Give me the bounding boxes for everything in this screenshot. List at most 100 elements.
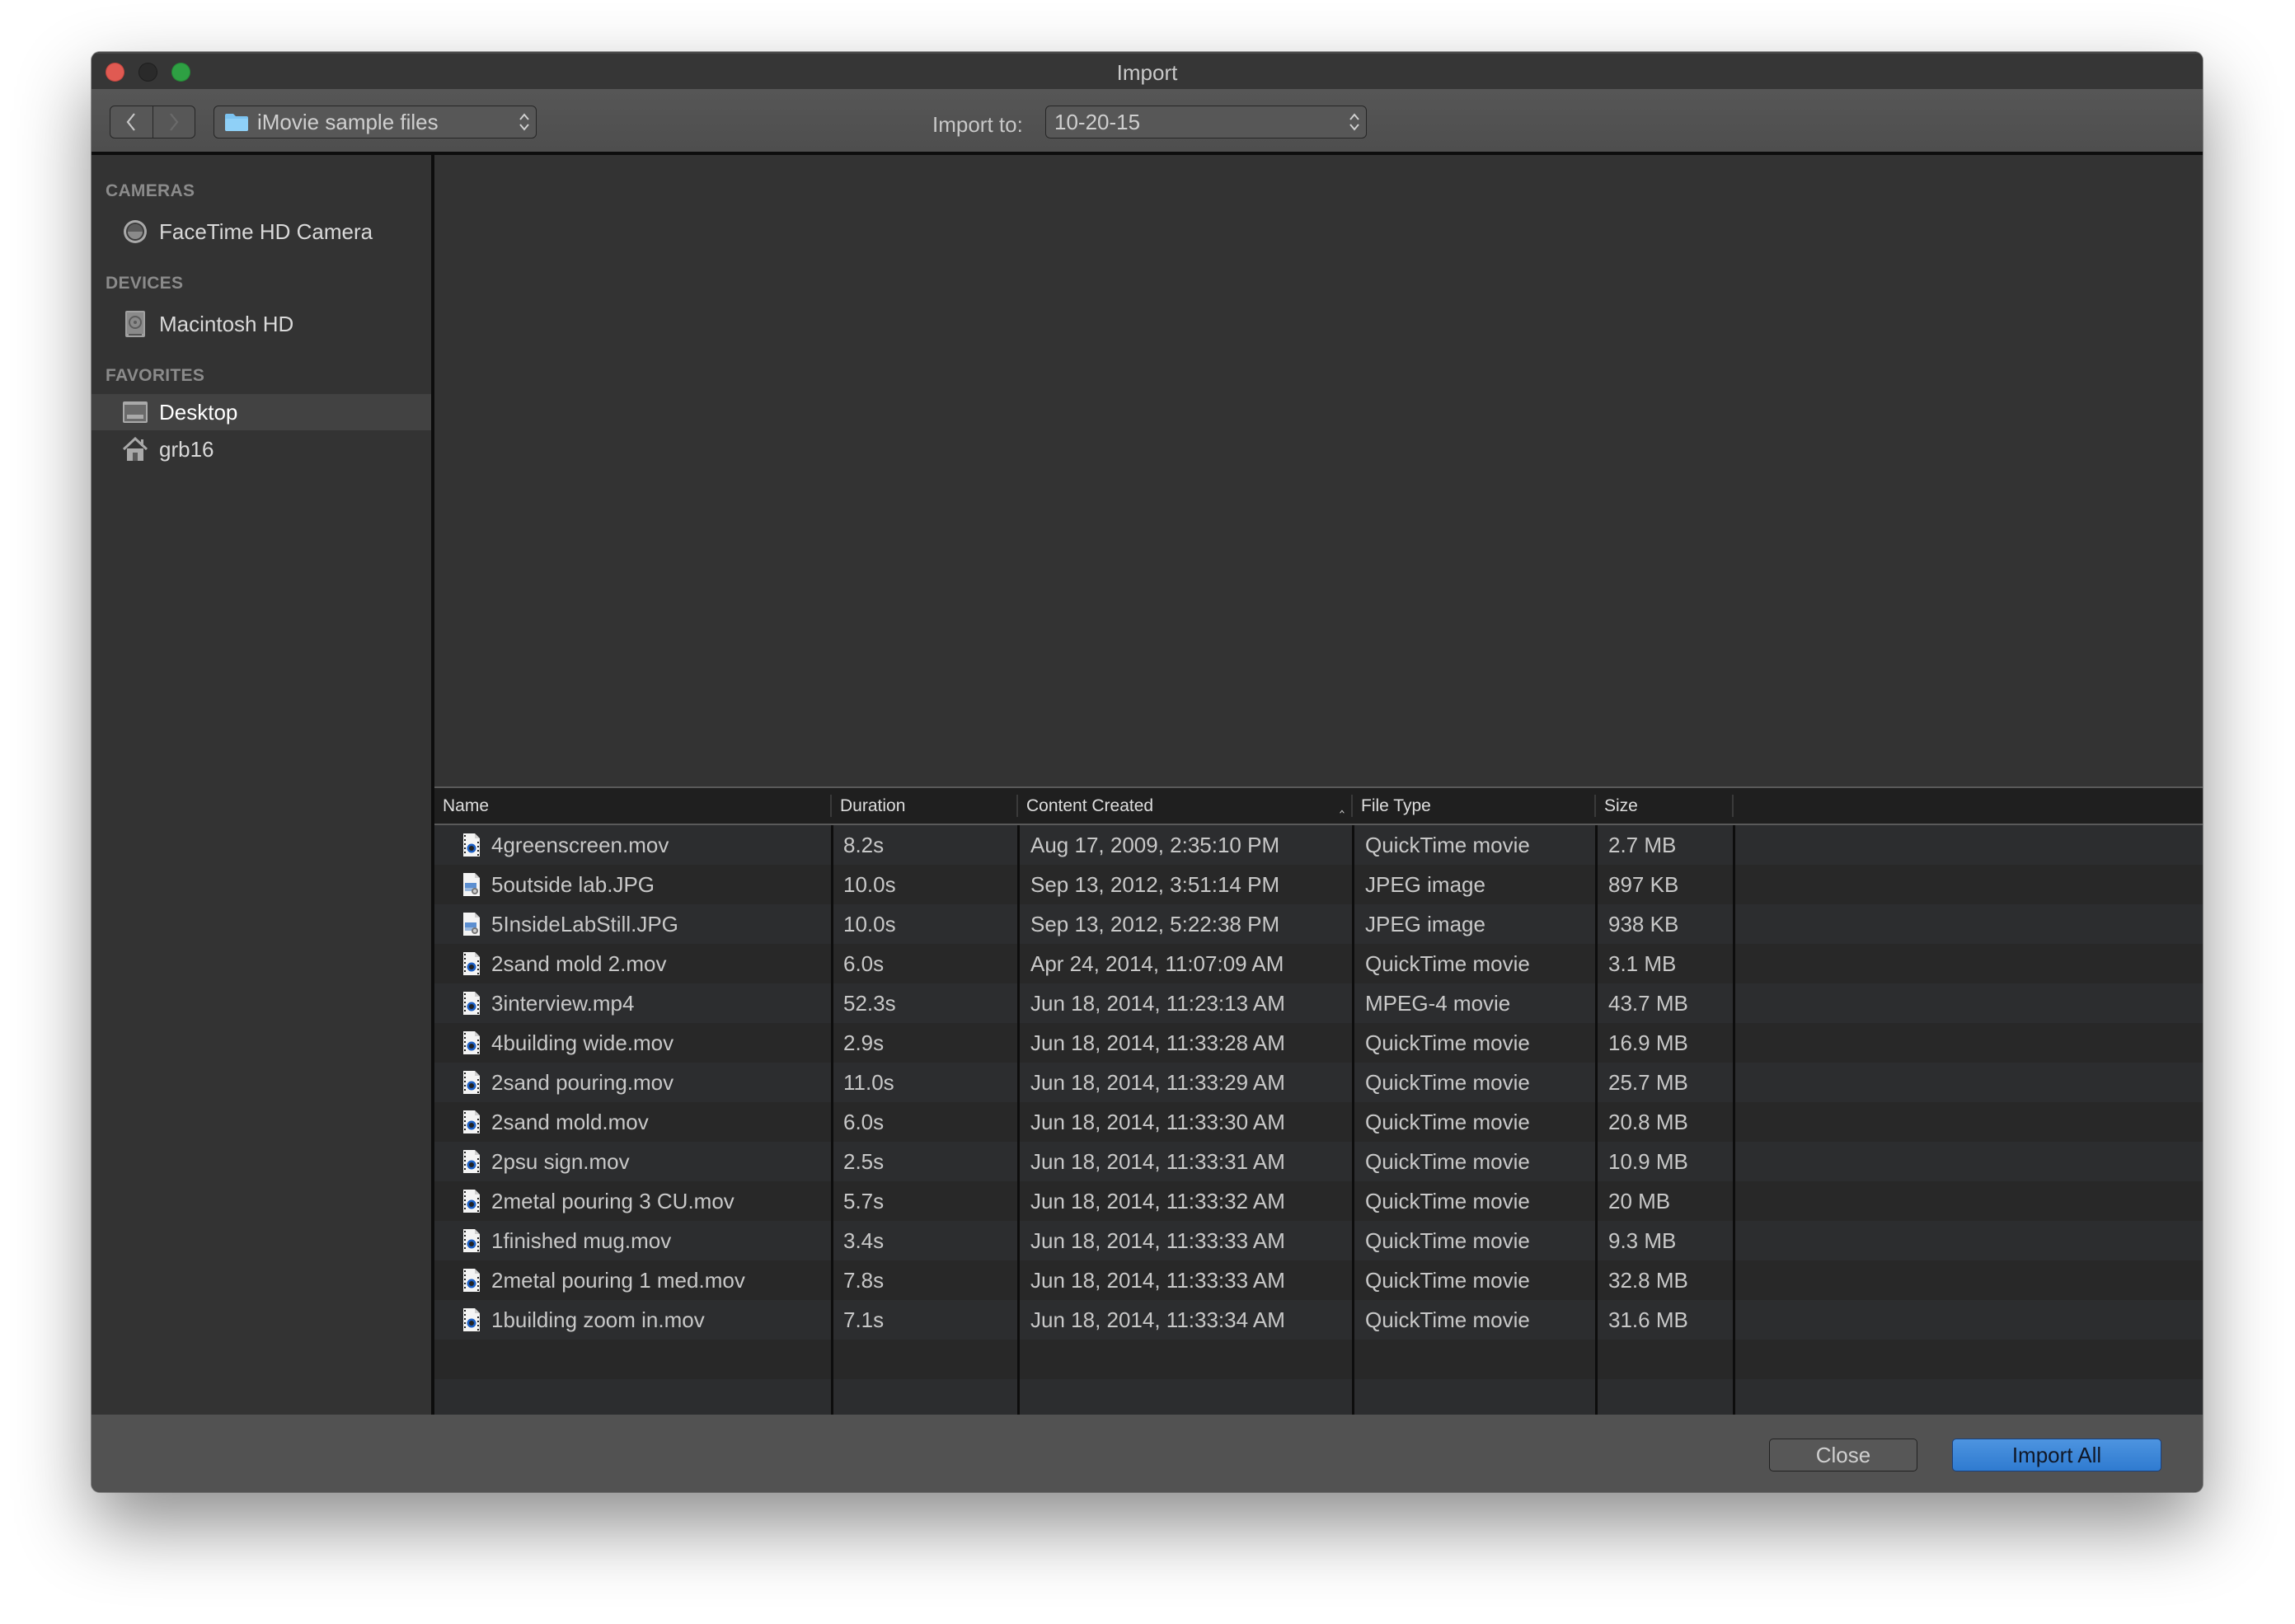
table-row[interactable]: 3interview.mp4 52.3s Jun 18, 2014, 11:23:1… bbox=[434, 983, 2203, 1023]
cell-size: 16.9 MB bbox=[1608, 1030, 1688, 1055]
quicktime-movie-icon bbox=[463, 1031, 480, 1054]
table-row[interactable]: 2psu sign.mov 2.5s Jun 18, 2014, 11:33:31 … bbox=[434, 1142, 2203, 1181]
sidebar-item-facetime-camera[interactable]: FaceTime HD Camera bbox=[92, 214, 431, 250]
cell-content-created: Aug 17, 2009, 2:35:10 PM bbox=[1030, 832, 1280, 857]
table-row[interactable]: 2metal pouring 1 med.mov 7.8s Jun 18, 2014… bbox=[434, 1260, 2203, 1300]
cell-name: 3interview.mp4 bbox=[462, 983, 634, 1023]
cell-duration: 7.1s bbox=[843, 1307, 885, 1332]
column-header-size[interactable]: Size bbox=[1596, 788, 1734, 824]
cell-name: 2psu sign.mov bbox=[462, 1142, 630, 1181]
quicktime-movie-icon bbox=[463, 992, 480, 1015]
cell-name: 1building zoom in.mov bbox=[462, 1300, 705, 1340]
column-divider bbox=[1017, 825, 1020, 1415]
cell-file-type: QuickTime movie bbox=[1365, 1148, 1530, 1174]
cell-size: 25.7 MB bbox=[1608, 1069, 1688, 1095]
cell-content-created: Jun 18, 2014, 11:33:32 AM bbox=[1030, 1188, 1285, 1213]
list-header: Name Duration Content Created ‸ File Typ… bbox=[434, 788, 2203, 825]
cell-size: 938 KB bbox=[1608, 911, 1679, 936]
file-name: 1finished mug.mov bbox=[491, 1227, 672, 1253]
file-name: 2sand mold 2.mov bbox=[491, 950, 667, 976]
column-header-duration[interactable]: Duration bbox=[832, 788, 1018, 824]
file-name: 4greenscreen.mov bbox=[491, 832, 669, 857]
cell-duration: 10.0s bbox=[843, 911, 896, 936]
sidebar-item-label: Macintosh HD bbox=[159, 311, 294, 336]
navigation-buttons bbox=[110, 106, 195, 138]
cell-file-type: QuickTime movie bbox=[1365, 950, 1530, 976]
cell-duration: 7.8s bbox=[843, 1267, 885, 1293]
file-name: 1building zoom in.mov bbox=[491, 1307, 705, 1332]
cell-name: 2metal pouring 3 CU.mov bbox=[462, 1181, 734, 1221]
table-row[interactable]: 2metal pouring 3 CU.mov 5.7s Jun 18, 2014,… bbox=[434, 1181, 2203, 1221]
import-window: Import iMovie sample files Import to: 10… bbox=[92, 52, 2203, 1492]
column-header-content-created[interactable]: Content Created ‸ bbox=[1018, 788, 1353, 824]
cell-content-created: Jun 18, 2014, 11:33:33 AM bbox=[1030, 1227, 1285, 1253]
sidebar-heading-cameras: CAMERAS bbox=[106, 181, 195, 200]
cell-file-type: QuickTime movie bbox=[1365, 1069, 1530, 1095]
table-row[interactable]: 2sand mold 2.mov 6.0s Apr 24, 2014, 11:07:… bbox=[434, 944, 2203, 983]
column-divider bbox=[1595, 825, 1598, 1415]
file-name: 2metal pouring 1 med.mov bbox=[491, 1267, 745, 1293]
cell-file-type: JPEG image bbox=[1365, 871, 1485, 897]
quicktime-movie-icon bbox=[463, 1110, 480, 1134]
cell-duration: 10.0s bbox=[843, 871, 896, 897]
cell-content-created: Jun 18, 2014, 11:33:29 AM bbox=[1030, 1069, 1285, 1095]
chevron-right-icon bbox=[169, 113, 179, 131]
table-row[interactable]: 4greenscreen.mov 8.2s Aug 17, 2009, 2:35:1… bbox=[434, 825, 2203, 865]
back-button[interactable] bbox=[110, 106, 153, 138]
file-list: Name Duration Content Created ‸ File Typ… bbox=[434, 788, 2203, 1415]
cell-name: 4building wide.mov bbox=[462, 1023, 673, 1063]
cell-file-type: QuickTime movie bbox=[1365, 1109, 1530, 1134]
import-all-button[interactable]: Import All bbox=[1952, 1439, 2161, 1471]
cell-size: 32.8 MB bbox=[1608, 1267, 1688, 1293]
cell-file-type: QuickTime movie bbox=[1365, 1267, 1530, 1293]
cell-size: 20 MB bbox=[1608, 1188, 1671, 1213]
sidebar-item-macintosh-hd[interactable]: Macintosh HD bbox=[92, 306, 431, 342]
home-icon bbox=[121, 435, 149, 463]
quicktime-movie-icon bbox=[463, 833, 480, 857]
source-folder-label: iMovie sample files bbox=[257, 109, 439, 134]
cell-name: 1finished mug.mov bbox=[462, 1221, 671, 1260]
sidebar-item-label: grb16 bbox=[159, 436, 214, 462]
table-row[interactable]: 5InsideLabStill.JPG 10.0s Sep 13, 2012, 5:… bbox=[434, 904, 2203, 944]
cell-duration: 5.7s bbox=[843, 1188, 885, 1213]
up-down-arrows-icon bbox=[513, 111, 536, 133]
sidebar-heading-favorites: FAVORITES bbox=[106, 366, 205, 385]
jpeg-image-icon bbox=[463, 873, 480, 896]
sidebar-item-label: FaceTime HD Camera bbox=[159, 218, 373, 244]
quicktime-movie-icon bbox=[463, 1150, 480, 1173]
table-row[interactable]: 4building wide.mov 2.9s Jun 18, 2014, 11:3… bbox=[434, 1023, 2203, 1063]
forward-button[interactable] bbox=[152, 106, 195, 138]
import-to-event-popup[interactable]: 10-20-15 bbox=[1045, 106, 1367, 138]
column-header-file-type[interactable]: File Type bbox=[1353, 788, 1596, 824]
sidebar-item-desktop[interactable]: Desktop bbox=[92, 394, 431, 430]
file-name: 2sand mold.mov bbox=[491, 1109, 649, 1134]
column-header-name[interactable]: Name bbox=[434, 788, 832, 824]
cell-duration: 6.0s bbox=[843, 950, 885, 976]
column-divider bbox=[831, 825, 833, 1415]
cell-content-created: Sep 13, 2012, 5:22:38 PM bbox=[1030, 911, 1280, 936]
empty-row bbox=[434, 1379, 2203, 1415]
jpeg-image-icon bbox=[463, 913, 480, 936]
table-row[interactable]: 1finished mug.mov 3.4s Jun 18, 2014, 11:33… bbox=[434, 1221, 2203, 1260]
cell-file-type: QuickTime movie bbox=[1365, 1227, 1530, 1253]
file-name: 2psu sign.mov bbox=[491, 1148, 630, 1174]
table-row[interactable]: 2sand mold.mov 6.0s Jun 18, 2014, 11:33:30… bbox=[434, 1102, 2203, 1142]
table-row[interactable]: 2sand pouring.mov 11.0s Jun 18, 2014, 11:3… bbox=[434, 1063, 2203, 1102]
cell-content-created: Jun 18, 2014, 11:33:28 AM bbox=[1030, 1030, 1285, 1055]
table-row[interactable]: 5outside lab.JPG 10.0s Sep 13, 2012, 3:51:… bbox=[434, 865, 2203, 904]
chevron-left-icon bbox=[126, 113, 136, 131]
table-row[interactable]: 1building zoom in.mov 7.1s Jun 18, 2014, 1… bbox=[434, 1300, 2203, 1340]
file-name: 2metal pouring 3 CU.mov bbox=[491, 1188, 734, 1213]
cell-file-type: QuickTime movie bbox=[1365, 1307, 1530, 1332]
close-button[interactable]: Close bbox=[1769, 1439, 1917, 1471]
window-title: Import bbox=[1116, 60, 1178, 85]
quicktime-movie-icon bbox=[463, 1269, 480, 1292]
sidebar-item-home-grb16[interactable]: grb16 bbox=[92, 431, 431, 467]
source-folder-popup[interactable]: iMovie sample files bbox=[214, 106, 537, 138]
cell-content-created: Jun 18, 2014, 11:33:33 AM bbox=[1030, 1267, 1285, 1293]
cell-name: 2metal pouring 1 med.mov bbox=[462, 1260, 745, 1300]
title-bar[interactable]: Import bbox=[92, 52, 2203, 89]
sort-ascending-icon: ‸ bbox=[1339, 796, 1345, 813]
column-divider bbox=[1352, 825, 1354, 1415]
file-name: 5outside lab.JPG bbox=[491, 871, 655, 897]
